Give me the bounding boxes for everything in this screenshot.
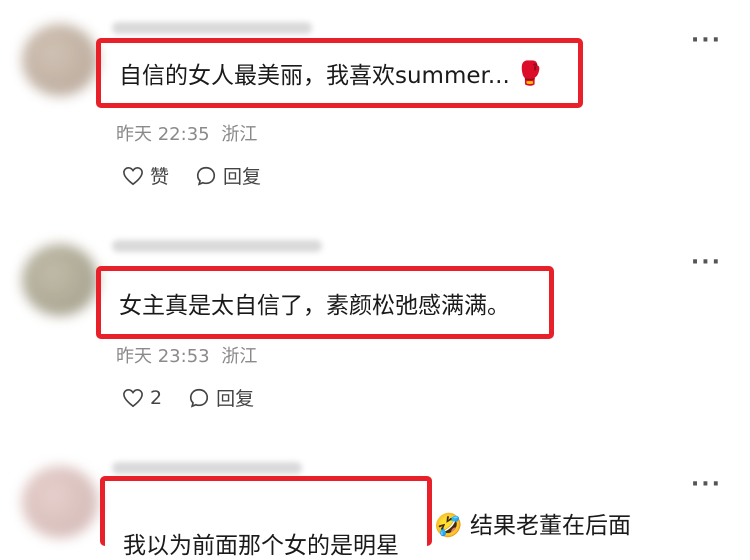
heart-icon <box>123 166 143 185</box>
reply-label: 回复 <box>223 166 262 188</box>
comment-text-highlight: 女主真是太自信了，素颜松弛感满满。 <box>96 266 554 339</box>
avatar[interactable] <box>22 24 98 96</box>
more-options-icon[interactable]: ··· <box>691 252 722 274</box>
comment-meta: 昨天 22:35 浙江 <box>116 120 257 146</box>
reply-bubble-icon <box>196 166 216 186</box>
timestamp: 昨天 22:35 <box>116 124 210 145</box>
like-button[interactable]: 赞 <box>122 162 169 189</box>
reply-button[interactable]: 回复 <box>188 384 254 411</box>
reply-button[interactable]: 回复 <box>195 162 261 189</box>
like-button[interactable]: 2 <box>122 387 162 409</box>
comment-text-tail: 结果老董在后面 <box>469 513 631 539</box>
comment-text-highlight: 我以为前面那个女的是明星 <box>100 476 432 559</box>
comment-meta: 昨天 23:53 浙江 <box>116 342 257 368</box>
username-blurred[interactable] <box>112 22 312 34</box>
heart-icon <box>123 388 143 407</box>
comment-text-highlight: 自信的女人最美丽，我喜欢summer... 🥊 <box>96 38 583 108</box>
comment-text: 自信的女人最美丽，我喜欢summer... <box>119 63 510 89</box>
username-blurred[interactable] <box>112 240 322 252</box>
laughing-emoji: 🤣 <box>434 513 463 539</box>
avatar[interactable] <box>22 244 98 316</box>
comment-text-tail-wrap: 🤣 结果老董在后面 <box>434 506 631 540</box>
username-blurred[interactable] <box>112 462 302 474</box>
more-options-icon[interactable]: ··· <box>691 474 722 496</box>
more-options-icon[interactable]: ··· <box>691 30 722 52</box>
comment-text: 女主真是太自信了，素颜松弛感满满。 <box>119 292 510 319</box>
comment-text: 我以为前面那个女的是明星 <box>123 533 399 559</box>
comment-actions: 2 回复 <box>122 384 280 411</box>
reply-label: 回复 <box>216 388 255 410</box>
comment-actions: 赞 回复 <box>122 162 287 189</box>
location: 浙江 <box>221 346 258 367</box>
like-count: 2 <box>150 386 163 409</box>
like-label: 赞 <box>150 166 170 188</box>
avatar[interactable] <box>22 466 98 538</box>
timestamp: 昨天 23:53 <box>116 346 210 367</box>
location: 浙江 <box>221 124 258 145</box>
reply-bubble-icon <box>190 388 209 408</box>
boxing-glove-emoji: 🥊 <box>515 60 545 87</box>
